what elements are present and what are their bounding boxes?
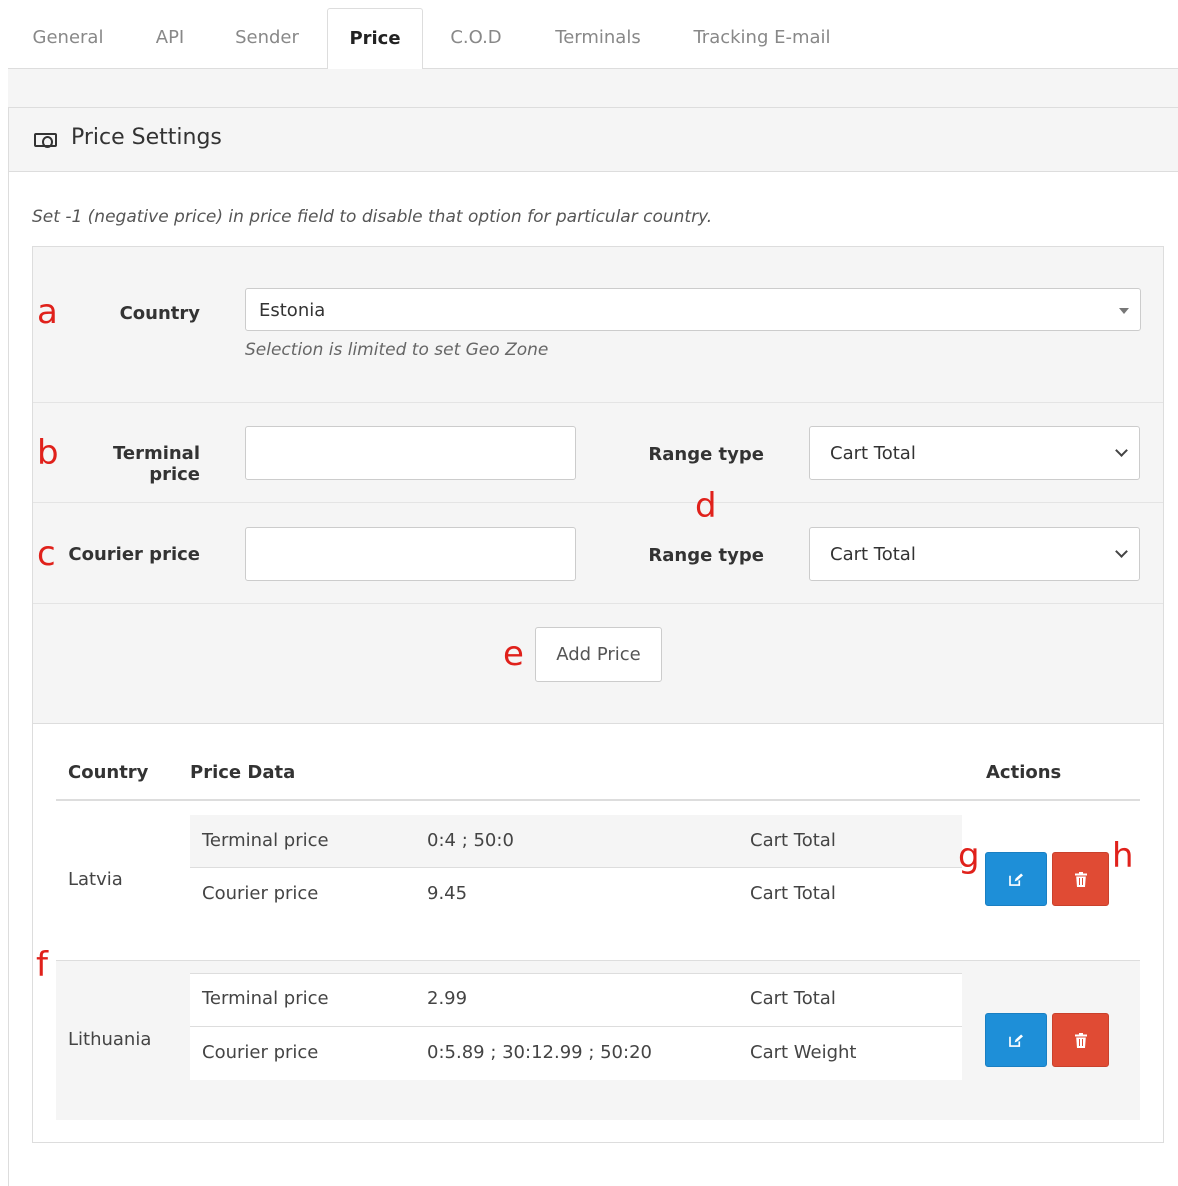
header-country: Country bbox=[68, 762, 149, 783]
marker-c: c bbox=[37, 534, 56, 574]
panel-title: Price Settings bbox=[71, 125, 222, 150]
chevron-down-icon bbox=[1115, 545, 1128, 558]
courier-range-type-value: Cart Total bbox=[830, 544, 916, 565]
marker-d: d bbox=[695, 486, 717, 526]
tab-terminals[interactable]: Terminals bbox=[538, 8, 658, 69]
edit-icon bbox=[1009, 873, 1023, 886]
edit-button[interactable] bbox=[985, 852, 1047, 906]
row-divider bbox=[56, 960, 1140, 961]
money-icon bbox=[34, 133, 57, 148]
edit-button[interactable] bbox=[985, 1013, 1047, 1067]
marker-e: e bbox=[503, 634, 524, 674]
price-subrow: Terminal price 2.99 Cart Total bbox=[190, 973, 962, 1026]
tab-tracking-email[interactable]: Tracking E-mail bbox=[680, 8, 844, 69]
price-range: Cart Weight bbox=[750, 1042, 857, 1063]
price-type: Courier price bbox=[202, 883, 319, 904]
settings-tabs: General API Sender Price C.O.D Terminals… bbox=[8, 8, 1178, 70]
delete-button[interactable] bbox=[1052, 852, 1109, 906]
header-price-data: Price Data bbox=[190, 762, 296, 783]
price-type: Courier price bbox=[202, 1042, 319, 1063]
row-divider bbox=[33, 402, 1163, 403]
add-price-button[interactable]: Add Price bbox=[535, 627, 662, 682]
edit-icon bbox=[1009, 1034, 1023, 1047]
courier-price-label: Courier price bbox=[68, 544, 200, 565]
courier-range-type-select[interactable]: Cart Total bbox=[809, 527, 1140, 581]
table-row: Lithuania Terminal price 2.99 Cart Total… bbox=[56, 960, 1140, 1120]
header-actions: Actions bbox=[986, 762, 1062, 783]
terminal-price-input[interactable] bbox=[245, 426, 576, 480]
subrow-divider bbox=[190, 973, 962, 974]
country-select-value: Estonia bbox=[259, 300, 326, 321]
terminal-price-label: Terminal price bbox=[112, 443, 200, 485]
courier-range-type-label: Range type bbox=[648, 545, 764, 566]
caret-down-icon bbox=[1119, 308, 1129, 314]
tab-sender[interactable]: Sender bbox=[214, 8, 320, 69]
tab-api[interactable]: API bbox=[136, 8, 204, 69]
marker-a: a bbox=[37, 292, 58, 332]
tab-content-strip bbox=[8, 69, 1178, 107]
tab-cod[interactable]: C.O.D bbox=[434, 8, 518, 69]
marker-h: h bbox=[1112, 836, 1134, 876]
row-country: Lithuania bbox=[68, 1029, 152, 1050]
price-type: Terminal price bbox=[202, 830, 329, 851]
courier-price-input[interactable] bbox=[245, 527, 576, 581]
price-range: Cart Total bbox=[750, 988, 836, 1009]
price-range: Cart Total bbox=[750, 883, 836, 904]
marker-b: b bbox=[37, 433, 59, 473]
price-subrow: Terminal price 0:4 ; 50:0 Cart Total bbox=[190, 815, 962, 868]
country-select[interactable]: Estonia bbox=[245, 288, 1141, 331]
row-country: Latvia bbox=[68, 869, 123, 890]
price-subrow: Courier price 9.45 Cart Total bbox=[190, 868, 962, 921]
price-data: 9.45 bbox=[427, 883, 468, 904]
price-data: 2.99 bbox=[427, 988, 468, 1009]
chevron-down-icon bbox=[1115, 444, 1128, 457]
tab-general[interactable]: General bbox=[8, 8, 128, 69]
table-row: Latvia Terminal price 0:4 ; 50:0 Cart To… bbox=[56, 801, 1140, 960]
row-divider bbox=[33, 502, 1163, 503]
marker-g: g bbox=[958, 836, 980, 876]
price-table: Country Price Data Actions Latvia Termin… bbox=[56, 724, 1140, 1120]
price-range: Cart Total bbox=[750, 830, 836, 851]
marker-f: f bbox=[36, 945, 48, 985]
price-type: Terminal price bbox=[202, 988, 329, 1009]
delete-button[interactable] bbox=[1052, 1013, 1109, 1067]
country-label: Country bbox=[119, 303, 200, 324]
terminal-range-type-value: Cart Total bbox=[830, 443, 916, 464]
price-data: 0:5.89 ; 30:12.99 ; 50:20 bbox=[427, 1042, 652, 1063]
country-help-text: Selection is limited to set Geo Zone bbox=[245, 340, 549, 360]
price-data: 0:4 ; 50:0 bbox=[427, 830, 514, 851]
price-subrow: Courier price 0:5.89 ; 30:12.99 ; 50:20 … bbox=[190, 1027, 962, 1080]
tab-price[interactable]: Price bbox=[327, 8, 423, 70]
terminal-range-type-label: Range type bbox=[648, 444, 764, 465]
terminal-range-type-select[interactable]: Cart Total bbox=[809, 426, 1140, 480]
price-form: a Country Estonia Selection is limited t… bbox=[32, 246, 1164, 724]
panel-heading: Price Settings bbox=[9, 108, 1178, 172]
trash-icon bbox=[1075, 1033, 1087, 1048]
row-divider bbox=[33, 603, 1163, 604]
price-hint-text: Set -1 (negative price) in price field t… bbox=[32, 207, 713, 227]
trash-icon bbox=[1075, 872, 1087, 887]
